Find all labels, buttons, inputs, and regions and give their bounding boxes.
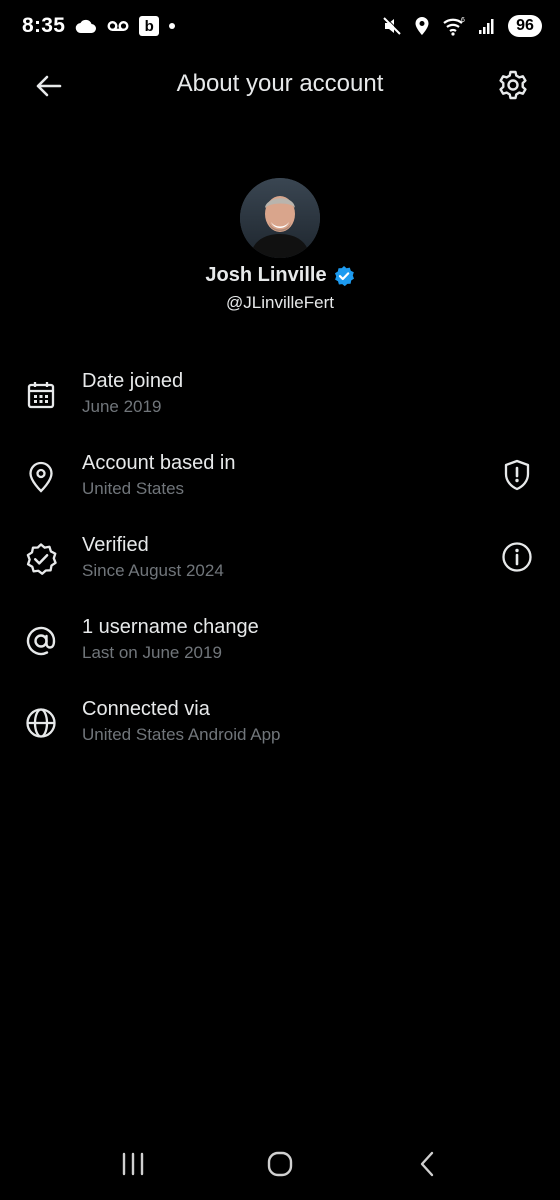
info-subtitle: June 2019 [82,397,162,416]
mute-icon [382,16,402,36]
verified-check-icon [334,265,354,286]
globe-icon [22,704,60,742]
calendar-icon [22,376,60,414]
location-icon [414,16,430,36]
location-pin-icon [22,458,60,496]
profile-handle: @JLinvilleFert [226,293,334,312]
gear-icon [499,70,527,100]
b-app-icon: b [139,16,160,36]
info-title: Connected via [82,698,210,720]
info-subtitle: United States [82,479,185,498]
wifi-icon: 6 [442,16,466,36]
verified-badge-icon [22,540,60,578]
settings-button[interactable] [494,66,532,104]
battery-indicator: 96 [508,15,542,37]
page-title: About your account [176,70,384,97]
info-item-connected-via: Connected via United States Android App [0,680,560,762]
name-row: Josh Linville [0,264,560,287]
at-sign-icon [22,622,60,660]
info-item-account-based-in: Account based in United States [0,434,560,516]
info-button[interactable] [498,538,536,576]
recent-apps-button[interactable] [103,1139,163,1189]
info-title: 1 username change [82,616,259,638]
home-icon [267,1151,293,1177]
avatar[interactable] [240,178,320,258]
shield-icon [504,459,530,491]
signal-icon [478,17,496,35]
system-nav-bar [0,1128,560,1200]
info-title: Verified [82,534,149,556]
info-list: Date joined June 2019 Account based in U… [0,352,560,762]
status-time: 8:35 [22,14,66,37]
network-badge: 6 [461,17,465,24]
profile-section: Josh Linville @JLinvilleFert [0,178,560,313]
info-subtitle: Since August 2024 [82,561,224,580]
info-item-verified: Verified Since August 2024 [0,516,560,598]
header: About your account [0,56,560,116]
info-icon [502,542,532,572]
notification-dot-icon [169,23,176,29]
recent-apps-icon [123,1152,144,1176]
status-left: 8:35 b [22,14,176,38]
info-item-date-joined: Date joined June 2019 [0,352,560,434]
status-bar: 8:35 b 6 96 [0,0,560,52]
cloud-icon [75,18,97,34]
info-title: Date joined [82,370,184,392]
status-right: 6 96 [382,15,542,37]
shield-button[interactable] [498,456,536,494]
home-button[interactable] [250,1139,310,1189]
info-subtitle: Last on June 2019 [82,643,222,662]
info-item-username-change: 1 username change Last on June 2019 [0,598,560,680]
system-back-button[interactable] [397,1139,457,1189]
profile-name: Josh Linville [205,264,327,286]
chevron-left-icon [420,1151,433,1177]
info-subtitle: United States Android App [82,725,281,744]
voicemail-icon [107,19,129,33]
info-title: Account based in [82,452,236,474]
avatar-photo [240,178,320,258]
